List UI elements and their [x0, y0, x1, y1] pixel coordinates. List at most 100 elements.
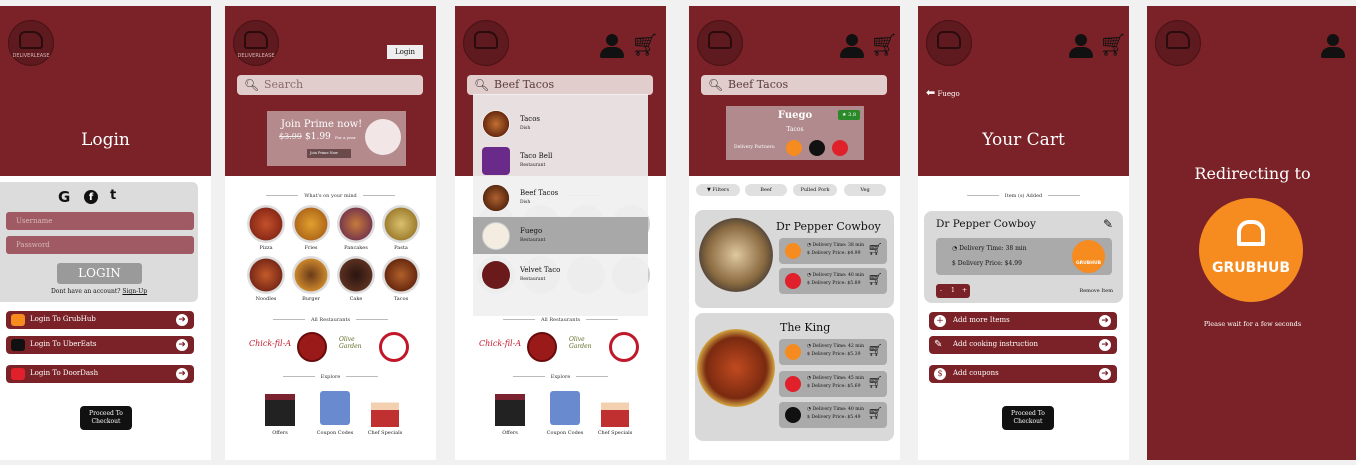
google-icon[interactable]: G	[58, 188, 70, 206]
arrow-right-icon: ➜	[1099, 339, 1111, 351]
delivery-info: ◔ Delivery Time: 40 min $ Delivery Price:…	[807, 407, 865, 420]
login-screen: DELIVERLEASE Login G f t Username Passwo…	[0, 6, 211, 460]
search-result-selected[interactable]: Fuego Restaurant	[473, 217, 648, 254]
filter-veg[interactable]: Veg	[844, 184, 886, 196]
food-noodles[interactable]	[247, 256, 285, 294]
food-pasta[interactable]	[382, 205, 420, 243]
signup-link[interactable]: Sign-Up	[122, 288, 147, 295]
filter-pulled-pork[interactable]: Pulled Pork	[793, 184, 837, 196]
search-input[interactable]: 🔍︎ Beef Tacos	[467, 75, 653, 95]
menu-item-card[interactable]: Dr Pepper Cowboy ◔ Delivery Time: 38 min…	[695, 210, 894, 308]
proceed-checkout-button[interactable]: Proceed To Checkout	[1002, 406, 1054, 430]
search-input[interactable]: 🔍︎ Search	[237, 75, 423, 95]
profile-icon[interactable]	[600, 34, 624, 58]
ubereats-icon[interactable]	[809, 140, 825, 156]
chickfila-logo[interactable]: Chick-fil-A	[479, 339, 521, 348]
add-to-cart-icon[interactable]: 🛒︎	[868, 375, 883, 389]
cart-icon[interactable]: 🛒︎	[1099, 35, 1127, 57]
delivery-time: Delivery Time: 45 min	[812, 376, 865, 381]
delivery-option[interactable]: ◔ Delivery Time: 40 min $ Delivery Price:…	[779, 402, 887, 428]
panda-express-logo[interactable]	[609, 332, 639, 362]
delivery-time: Delivery Time: 40 min	[812, 407, 865, 412]
panda-express-logo[interactable]	[379, 332, 409, 362]
page-title: Your Cart	[982, 130, 1065, 150]
food-pancakes[interactable]	[337, 205, 375, 243]
food-pizza[interactable]	[247, 205, 285, 243]
login-grubhub-button[interactable]: Login To GrubHub ➜	[6, 311, 194, 329]
profile-icon[interactable]	[1069, 34, 1093, 58]
password-field[interactable]: Password	[6, 236, 194, 254]
menu-item-card[interactable]: The King ◔ Delivery Time: 42 min $ Delive…	[695, 313, 894, 441]
food-label: Pasta	[394, 245, 408, 251]
search-value: Beef Tacos	[728, 78, 789, 91]
remove-item-button[interactable]: Remove Item	[1079, 288, 1113, 294]
food-tacos[interactable]	[382, 256, 420, 294]
logo	[1155, 20, 1201, 66]
login-doordash-button[interactable]: Login To DoorDash ➜	[6, 365, 194, 383]
grubhub-icon	[785, 344, 801, 360]
gift-box-icon[interactable]	[495, 394, 525, 426]
login-form: G f t Username Password LOGIN Dont have …	[0, 182, 198, 302]
profile-icon[interactable]	[1321, 34, 1345, 58]
join-prime-button[interactable]: Join Prime Now	[307, 149, 351, 158]
delivery-option[interactable]: ◔ Delivery Time: 40 min $ Delivery Price:…	[779, 268, 887, 294]
login-button[interactable]: LOGIN	[57, 263, 142, 284]
add-to-cart-icon[interactable]: 🛒︎	[868, 242, 883, 256]
add-to-cart-icon[interactable]: 🛒︎	[868, 343, 883, 357]
logo	[697, 20, 743, 66]
cart-icon[interactable]: 🛒︎	[631, 35, 659, 57]
olive-garden-logo[interactable]: Olive Garden	[569, 336, 599, 350]
add-coupons-button[interactable]: $ Add coupons ➜	[929, 365, 1117, 383]
search-result[interactable]: Tacos Dish	[473, 105, 648, 142]
olive-garden-logo[interactable]: Olive Garden	[339, 336, 369, 350]
facebook-icon[interactable]: f	[84, 190, 98, 204]
search-result[interactable]: Beef Tacos Dish	[473, 179, 648, 216]
edit-icon[interactable]: ✎	[1103, 217, 1113, 231]
search-result[interactable]: Taco Bell Restaurant	[473, 142, 648, 179]
button-label: Add more Items	[953, 316, 1010, 324]
grubhub-logo: GRUBHUB	[1199, 198, 1303, 302]
food-burger[interactable]	[292, 256, 330, 294]
coupon-tag-icon[interactable]	[320, 391, 350, 425]
button-label: Login To UberEats	[30, 340, 97, 348]
filters-button[interactable]: ▼ Filters	[696, 184, 740, 196]
username-field[interactable]: Username	[6, 212, 194, 230]
logo: DELIVERLEASE	[8, 20, 54, 66]
add-to-cart-icon[interactable]: 🛒︎	[868, 272, 883, 286]
coupon-tag-icon[interactable]	[550, 391, 580, 425]
chef-icon[interactable]	[601, 389, 629, 427]
doordash-icon[interactable]	[832, 140, 848, 156]
twitter-icon[interactable]: t	[110, 188, 116, 203]
chef-icon[interactable]	[371, 389, 399, 427]
add-more-items-button[interactable]: + Add more Items ➜	[929, 312, 1117, 330]
food-cake[interactable]	[337, 256, 375, 294]
delivery-option[interactable]: ◔ Delivery Time: 38 min $ Delivery Price:…	[779, 238, 887, 264]
prime-banner[interactable]: Join Prime now! $3.99 $1.99 For a year J…	[267, 111, 406, 166]
add-cooking-instruction-button[interactable]: ✎ Add cooking instruction ➜	[929, 336, 1117, 354]
food-fries[interactable]	[292, 205, 330, 243]
grubhub-icon[interactable]	[786, 140, 802, 156]
add-to-cart-icon[interactable]: 🛒︎	[868, 406, 883, 420]
search-input[interactable]: 🔍︎ Beef Tacos	[701, 75, 887, 95]
cart-icon[interactable]: 🛒︎	[870, 35, 898, 57]
chipotle-logo[interactable]	[297, 332, 327, 362]
section-all-restaurants: All Restaurants	[225, 317, 436, 323]
proceed-checkout-button[interactable]: Proceed To Checkout	[80, 406, 132, 430]
profile-icon[interactable]	[840, 34, 864, 58]
gift-box-icon[interactable]	[265, 394, 295, 426]
increment-button[interactable]: +	[962, 284, 967, 298]
search-result[interactable]: Velvet Taco Restaurant	[473, 256, 648, 293]
delivery-info: ◔ Delivery Time: 45 min $ Delivery Price:…	[807, 376, 865, 389]
login-ubereats-button[interactable]: Login To UberEats ➜	[6, 336, 194, 354]
delivery-option[interactable]: ◔ Delivery Time: 45 min $ Delivery Price:…	[779, 371, 887, 397]
filter-beef[interactable]: Beef	[745, 184, 787, 196]
chickfila-logo[interactable]: Chick-fil-A	[249, 339, 291, 348]
chipotle-logo[interactable]	[527, 332, 557, 362]
login-button[interactable]: Login	[387, 45, 423, 59]
logo	[463, 20, 509, 66]
explore-label: Offers	[502, 430, 518, 436]
delivery-time: Delivery Time: 40 min	[812, 273, 865, 278]
delivery-option[interactable]: ◔ Delivery Time: 42 min $ Delivery Price:…	[779, 339, 887, 365]
back-button[interactable]: ⬅ Fuego	[926, 86, 960, 99]
decrement-button[interactable]: -	[940, 284, 942, 298]
